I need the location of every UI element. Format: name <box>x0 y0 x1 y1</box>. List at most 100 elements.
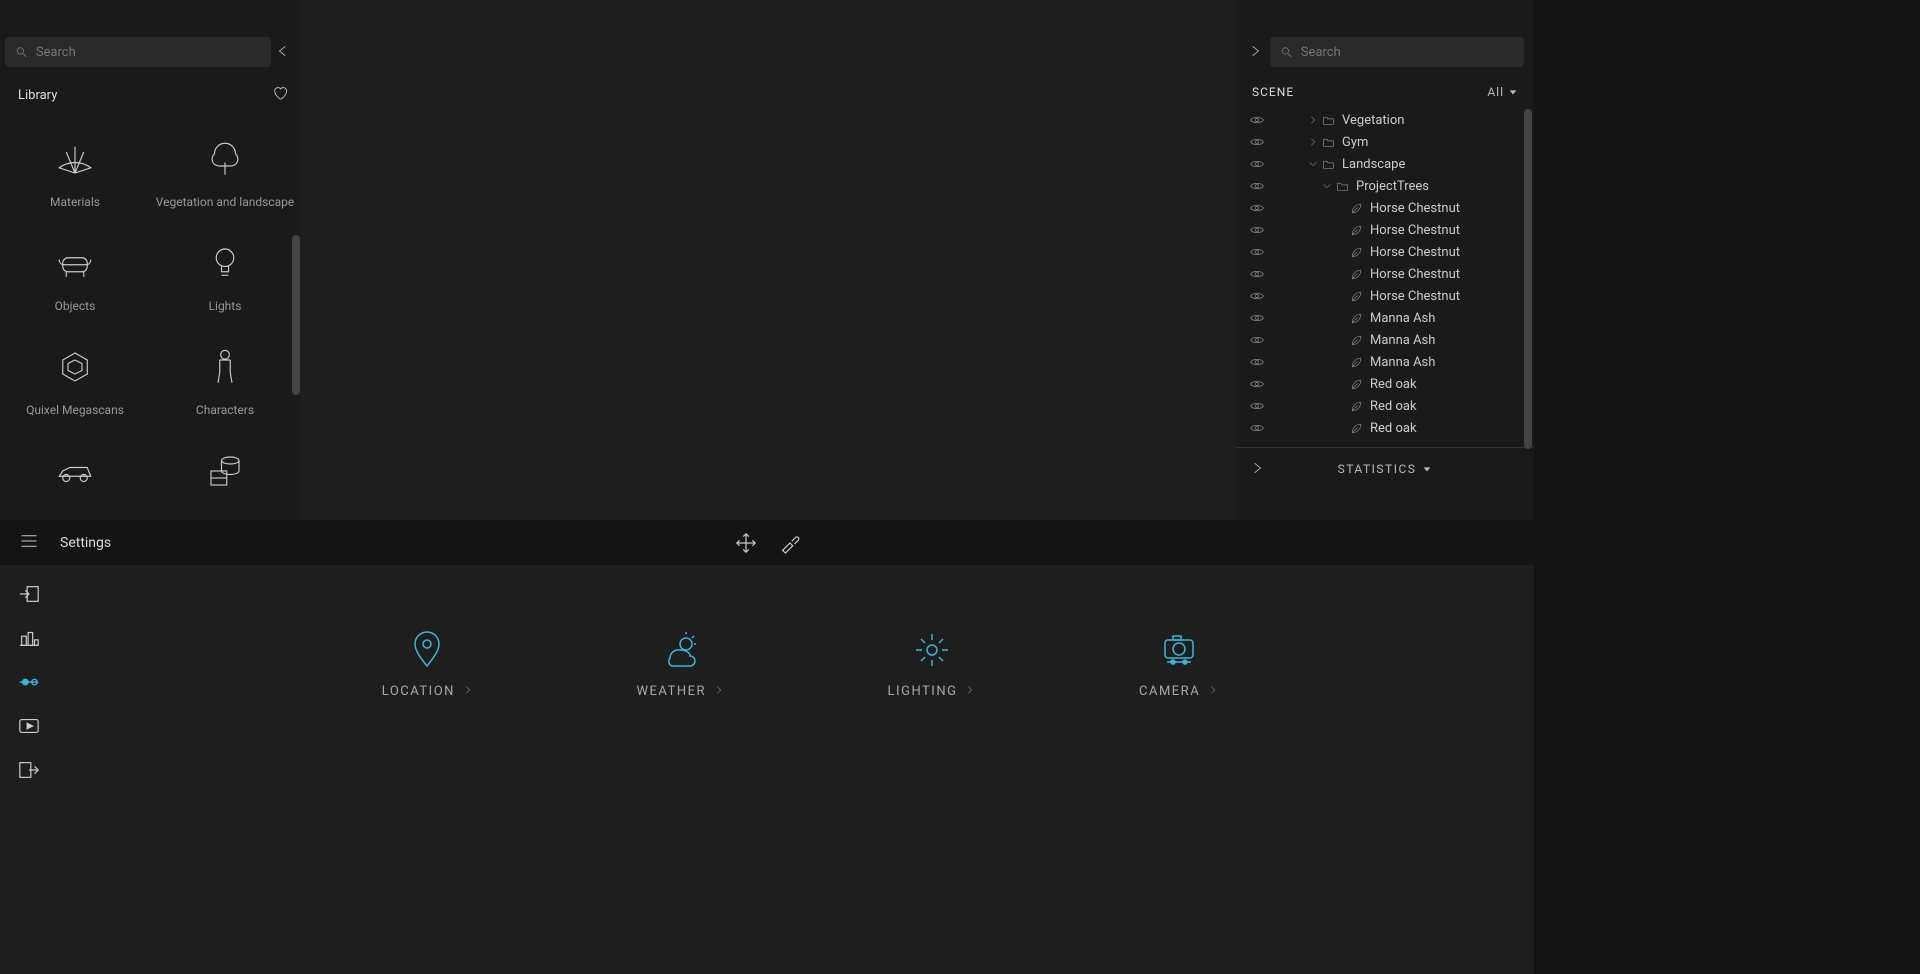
scene-filter-all[interactable]: All <box>1487 85 1518 99</box>
folder-icon <box>1322 114 1338 127</box>
scene-tree: VegetationGymLandscapeProjectTreesHorse … <box>1236 109 1534 439</box>
toggle-icon[interactable] <box>1306 159 1320 169</box>
leaf-icon <box>1350 290 1366 303</box>
objects-icon <box>54 242 96 284</box>
tree-folder[interactable]: Vegetation <box>1250 109 1528 131</box>
sliders-tool[interactable] <box>15 668 43 696</box>
visibility-icon[interactable] <box>1250 401 1266 411</box>
right-search-input[interactable] <box>1270 37 1524 67</box>
tree-leaf[interactable]: Manna Ash <box>1250 307 1528 329</box>
left-search-input[interactable] <box>5 37 271 67</box>
visibility-icon[interactable] <box>1250 335 1266 345</box>
library-objects[interactable]: Objects <box>0 239 150 313</box>
visibility-icon[interactable] <box>1250 247 1266 257</box>
category-camera[interactable]: CAMERA <box>1139 630 1218 699</box>
library-vehicle[interactable] <box>0 447 150 507</box>
category-label: WEATHER <box>636 684 706 699</box>
tree-leaf[interactable]: Red oak <box>1250 373 1528 395</box>
tree-leaf[interactable]: Horse Chestnut <box>1250 285 1528 307</box>
library-item-label: Lights <box>209 299 242 313</box>
visibility-icon[interactable] <box>1250 159 1266 169</box>
leaf-icon <box>1350 334 1366 347</box>
leaf-icon <box>1350 422 1366 435</box>
category-weather[interactable]: WEATHER <box>636 630 724 699</box>
tree-folder[interactable]: Gym <box>1250 131 1528 153</box>
category-label: CAMERA <box>1139 684 1200 699</box>
right-dark-strip <box>1534 0 1920 974</box>
bottom-categories: LOCATION WEATHER LIGHTING CAMERA <box>300 630 1300 699</box>
library-characters[interactable]: Characters <box>150 343 300 417</box>
left-panel: Library Materials Vegetation and landsca… <box>0 0 300 520</box>
statistics-toggle[interactable]: STATISTICS <box>1338 462 1433 476</box>
hamburger-icon[interactable] <box>18 532 40 554</box>
scene-scrollbar[interactable] <box>1524 109 1532 449</box>
characters-icon <box>204 346 246 388</box>
caret-down-icon <box>1422 464 1432 474</box>
left-search-field[interactable] <box>36 45 261 60</box>
collapse-left-icon[interactable] <box>271 43 295 62</box>
visibility-icon[interactable] <box>1250 181 1266 191</box>
visibility-icon[interactable] <box>1250 313 1266 323</box>
library-item-label: Objects <box>55 299 96 313</box>
library-assets[interactable] <box>150 447 300 507</box>
visibility-icon[interactable] <box>1250 357 1266 367</box>
collapse-right-icon[interactable] <box>1246 43 1264 62</box>
grid-tool[interactable] <box>15 624 43 652</box>
eyedropper-icon[interactable] <box>779 532 801 554</box>
category-location[interactable]: LOCATION <box>382 630 473 699</box>
vehicle-icon <box>54 450 96 492</box>
category-label: LOCATION <box>382 684 455 699</box>
library-lights[interactable]: Lights <box>150 239 300 313</box>
statistics-label: STATISTICS <box>1338 462 1417 476</box>
search-icon <box>15 45 28 59</box>
materials-icon <box>54 138 96 180</box>
library-materials[interactable]: Materials <box>0 135 150 209</box>
library-item-label: Materials <box>50 195 100 209</box>
tree-leaf[interactable]: Red oak <box>1250 417 1528 439</box>
library-item-label: Vegetation and landscape <box>156 195 294 209</box>
visibility-icon[interactable] <box>1250 225 1266 235</box>
tree-folder[interactable]: ProjectTrees <box>1250 175 1528 197</box>
favorites-icon[interactable] <box>272 85 288 105</box>
library-vegetation[interactable]: Vegetation and landscape <box>150 135 300 209</box>
visibility-icon[interactable] <box>1250 423 1266 433</box>
export-tool[interactable] <box>15 756 43 784</box>
visibility-icon[interactable] <box>1250 379 1266 389</box>
right-search-field[interactable] <box>1301 45 1514 60</box>
move-tool-icon[interactable] <box>735 532 757 554</box>
library-megascans[interactable]: Quixel Megascans <box>0 343 150 417</box>
settings-bar: Settings <box>0 520 1536 565</box>
import-tool[interactable] <box>15 580 43 608</box>
library-title: Library <box>18 88 57 103</box>
scene-title: SCENE <box>1252 85 1294 99</box>
tree-folder[interactable]: Landscape <box>1250 153 1528 175</box>
location-icon <box>407 630 447 670</box>
play-tool[interactable] <box>15 712 43 740</box>
visibility-icon[interactable] <box>1250 203 1266 213</box>
tree-leaf[interactable]: Horse Chestnut <box>1250 219 1528 241</box>
visibility-icon[interactable] <box>1250 269 1266 279</box>
tree-leaf[interactable]: Red oak <box>1250 395 1528 417</box>
library-item-label: Characters <box>196 403 254 417</box>
library-item-label: Quixel Megascans <box>26 403 124 417</box>
expand-stats-icon[interactable] <box>1250 460 1264 479</box>
tree-leaf[interactable]: Horse Chestnut <box>1250 263 1528 285</box>
visibility-icon[interactable] <box>1250 137 1266 147</box>
tree-leaf[interactable]: Manna Ash <box>1250 351 1528 373</box>
toggle-icon[interactable] <box>1306 115 1320 125</box>
tree-leaf[interactable]: Horse Chestnut <box>1250 241 1528 263</box>
tree-node-label: Manna Ash <box>1370 311 1435 326</box>
tree-leaf[interactable]: Horse Chestnut <box>1250 197 1528 219</box>
tree-node-label: Red oak <box>1370 377 1417 392</box>
library-scrollbar[interactable] <box>292 235 300 395</box>
tree-node-label: Horse Chestnut <box>1370 289 1460 304</box>
visibility-icon[interactable] <box>1250 115 1266 125</box>
visibility-icon[interactable] <box>1250 291 1266 301</box>
toggle-icon[interactable] <box>1320 181 1334 191</box>
right-panel: SCENE All VegetationGymLandscapeProjectT… <box>1236 0 1534 520</box>
tree-leaf[interactable]: Manna Ash <box>1250 329 1528 351</box>
category-lighting[interactable]: LIGHTING <box>888 630 976 699</box>
toggle-icon[interactable] <box>1306 137 1320 147</box>
leaf-icon <box>1350 202 1366 215</box>
vegetation-icon <box>204 138 246 180</box>
